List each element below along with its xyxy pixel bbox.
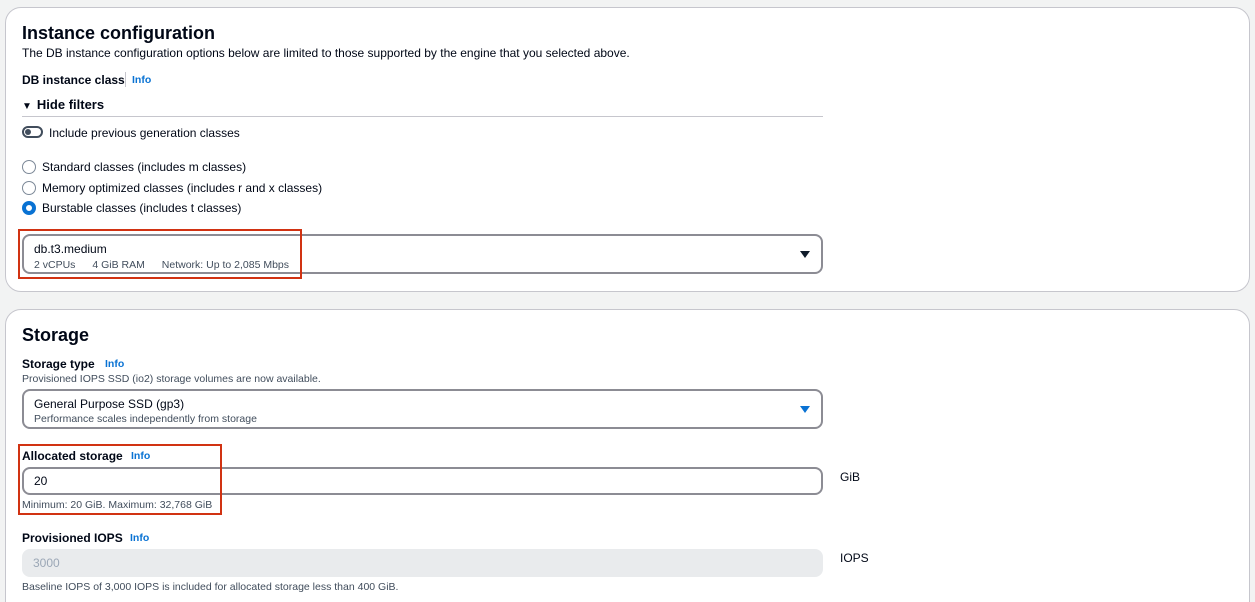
filters-divider [22,116,823,117]
selected-instance-class-specs: 2 vCPUs 4 GiB RAM Network: Up to 2,085 M… [34,259,289,271]
hide-filters-toggle[interactable]: ▼ Hide filters [22,97,104,112]
allocated-storage-info-link[interactable]: Info [131,450,150,462]
allocated-storage-unit: GiB [840,470,861,484]
instance-vcpu: 2 vCPUs [34,259,76,271]
include-previous-generation-label: Include previous generation classes [49,126,240,140]
radio-memory-optimized-classes-label: Memory optimized classes (includes r and… [42,181,323,195]
storage-type-info-link[interactable]: Info [105,358,124,370]
radio-standard-classes-label: Standard classes (includes m classes) [42,160,247,174]
storage-type-value: General Purpose SSD (gp3) [34,397,185,411]
selected-instance-class-name: db.t3.medium [34,242,107,256]
storage-type-note: Provisioned IOPS SSD (io2) storage volum… [22,373,321,385]
provisioned-iops-input [22,549,823,577]
hide-filters-label: Hide filters [36,97,105,112]
allocated-storage-label: Allocated storage [22,449,123,463]
db-instance-class-label: DB instance class [22,73,125,87]
provisioned-iops-info-link[interactable]: Info [130,532,149,544]
include-previous-generation-toggle[interactable] [22,126,43,138]
label-divider [125,72,126,87]
radio-memory-optimized-classes[interactable] [22,181,36,195]
caret-down-icon: ▼ [22,101,32,112]
allocated-storage-hint: Minimum: 20 GiB. Maximum: 32,768 GiB [22,499,213,511]
instance-config-title: Instance configuration [22,23,216,43]
radio-burstable-classes-label: Burstable classes (includes t classes) [42,201,242,215]
radio-burstable-classes[interactable] [22,201,36,215]
storage-panel: Storage Storage type Info Provisioned IO… [5,309,1250,602]
toggle-knob [25,129,31,135]
provisioned-iops-hint: Baseline IOPS of 3,000 IOPS is included … [22,581,399,593]
storage-title: Storage [22,325,90,345]
chevron-down-icon [800,251,810,258]
provisioned-iops-label: Provisioned IOPS [22,531,123,545]
allocated-storage-input[interactable] [22,467,823,495]
instance-network: Network: Up to 2,085 Mbps [161,259,290,271]
db-instance-class-select[interactable]: db.t3.medium 2 vCPUs 4 GiB RAM Network: … [22,234,823,274]
radio-standard-classes[interactable] [22,160,36,174]
storage-type-sub: Performance scales independently from st… [34,413,257,425]
instance-config-description: The DB instance configuration options be… [22,46,630,60]
instance-configuration-panel: Instance configuration The DB instance c… [5,7,1250,292]
db-instance-class-info-link[interactable]: Info [132,74,151,86]
storage-type-select[interactable]: General Purpose SSD (gp3) Performance sc… [22,389,823,429]
chevron-down-icon [800,406,810,413]
instance-ram: 4 GiB RAM [92,259,145,271]
provisioned-iops-unit: IOPS [840,551,869,565]
storage-type-label: Storage type [22,357,95,371]
